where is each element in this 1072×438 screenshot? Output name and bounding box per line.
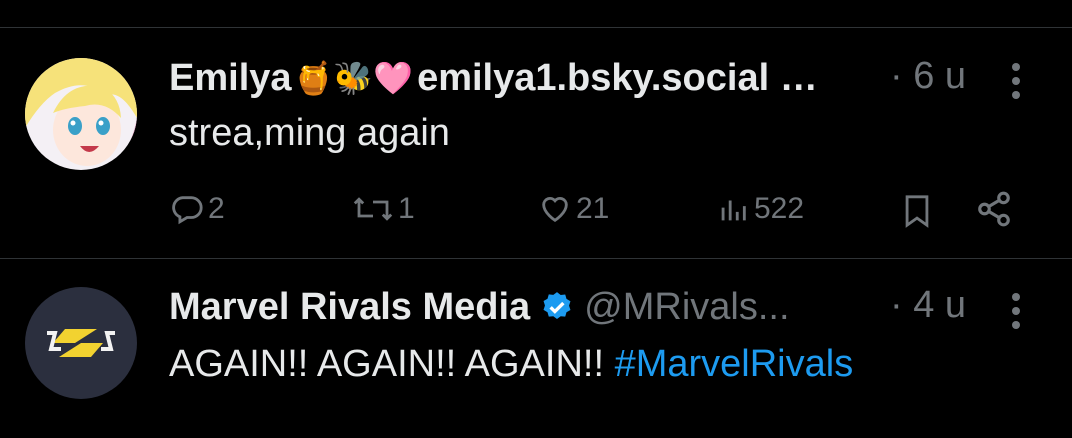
post-header: Emilya 🍯🐝🩷 emilya1.bsky.social … — [169, 55, 818, 101]
post-time[interactable]: · 6 u — [890, 55, 966, 98]
views-button[interactable]: 522 — [716, 192, 804, 226]
more-icon[interactable] — [1010, 61, 1022, 101]
bookmark-icon[interactable] — [900, 192, 934, 230]
verified-badge-icon — [543, 292, 571, 320]
reply-icon — [172, 196, 203, 225]
post-time[interactable]: · 4 u — [890, 284, 966, 327]
repost-button[interactable]: 1 — [352, 192, 415, 226]
display-name[interactable]: Marvel Rivals Media — [169, 286, 530, 329]
share-icon[interactable] — [975, 190, 1013, 228]
reply-count: 2 — [208, 192, 225, 225]
repost-count: 1 — [398, 192, 415, 225]
avatar-marvel-rivals-media[interactable] — [25, 287, 137, 399]
repost-icon — [353, 197, 393, 221]
like-icon — [542, 197, 568, 223]
post-text: strea,ming again — [169, 112, 450, 154]
post-header: Marvel Rivals Media @MRivals... — [169, 284, 790, 330]
avatar-emilya[interactable] — [25, 58, 137, 170]
hashtag-link[interactable]: #MarvelRivals — [615, 343, 854, 385]
handle[interactable]: emilya1.bsky.social … — [417, 57, 818, 100]
name-emojis: 🍯🐝🩷 — [293, 59, 414, 97]
more-icon[interactable] — [1010, 291, 1022, 331]
views-count: 522 — [754, 192, 805, 225]
post-marvel-rivals-media[interactable]: Marvel Rivals Media @MRivals... · 4 u AG… — [0, 259, 1072, 438]
views-icon — [721, 200, 746, 221]
post-text: AGAIN!! AGAIN!! AGAIN!! #MarvelRivals — [169, 343, 853, 386]
reply-button[interactable]: 2 — [170, 192, 225, 226]
post-text-body: AGAIN!! AGAIN!! AGAIN!! — [169, 343, 615, 385]
like-button[interactable]: 21 — [538, 192, 609, 226]
post-emilya[interactable]: Emilya 🍯🐝🩷 emilya1.bsky.social … · 6 u s… — [0, 28, 1072, 258]
handle[interactable]: @MRivals... — [584, 286, 789, 329]
like-count: 21 — [576, 192, 610, 225]
display-name[interactable]: Emilya — [169, 57, 292, 100]
